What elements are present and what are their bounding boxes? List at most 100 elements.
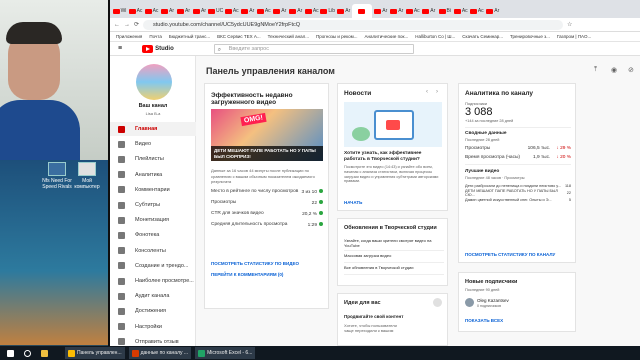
top-video-row[interactable]: Дамин цветной искусственный снег. Опыты … [465, 196, 571, 203]
bookmark[interactable]: Газпром | ПАО... [557, 34, 591, 39]
news-start-link[interactable]: НАЧАТЬ [344, 200, 362, 205]
subscriber-name[interactable]: Oleg Kazantsev [477, 298, 509, 303]
url-field[interactable]: studio.youtube.com/channel/UC5ydcUUE9gNM… [143, 19, 564, 30]
sidebar-item[interactable]: Субтитры [110, 198, 196, 212]
app-icon [131, 349, 139, 357]
sidebar-item[interactable]: Наиболее просмотре... [110, 274, 196, 288]
sidebar-item[interactable]: Достижения [110, 304, 196, 318]
channel-avatar[interactable] [136, 64, 172, 100]
browser-tab[interactable]: Ar [288, 4, 303, 18]
nav-icon [118, 277, 125, 285]
browser-tab[interactable]: Ac [128, 4, 143, 18]
sidebar-item[interactable]: Главная [110, 122, 196, 136]
browser-tab[interactable]: UC [208, 4, 223, 18]
news-card: Новости ‹ › Хотите узнать, как эффективн… [337, 83, 448, 211]
subscriber-avatar[interactable] [465, 298, 474, 307]
sidebar-item[interactable]: Комментарии [110, 183, 196, 197]
tab-bar: Wi Ac Ac Ar Ar Ar UC Ac Ar Ac Ar Ar Ac Lib Ar Ar Ar Ac Ar B… [110, 0, 640, 18]
browser-tab[interactable]: Ar [421, 4, 436, 18]
channel-name[interactable]: Ваш канал [110, 103, 196, 109]
next-icon[interactable]: › [436, 89, 438, 95]
browser-tab[interactable]: Wi [112, 4, 127, 18]
update-item[interactable]: Узнайте, когда ваши зрители смотрят виде… [344, 236, 444, 251]
settings-icon[interactable]: ⊘ [628, 66, 634, 74]
sidebar-item[interactable]: Плейлисты [110, 152, 196, 166]
summary-value: 106,5 тыс. [527, 146, 551, 151]
taskbar-app[interactable]: Панель управлен... [65, 347, 125, 359]
sidebar-item-label: Главная [135, 126, 158, 132]
browser-tab[interactable]: Ac [144, 4, 159, 18]
tab-favicon-icon [374, 8, 382, 14]
start-button[interactable] [4, 347, 17, 359]
back-icon[interactable]: ← [114, 22, 120, 28]
desktop-icon[interactable]: Nfs Need For Speed Rivals [40, 162, 74, 190]
sidebar-item[interactable]: Монетизация [110, 213, 196, 227]
browser-tab[interactable]: Ar [160, 4, 175, 18]
browser-tab[interactable]: Ar [389, 4, 404, 18]
top-video-row[interactable]: ДЕТИ МЕШАЮТ ПАПЕ РАБОТАТЬ НО У ПАПЫ БЫЛ … [465, 189, 571, 197]
taskbar-app[interactable]: Microsoft Excel - 6... [195, 347, 256, 359]
summary-value-wrap: 1,9 тыс. ↓ 20 % [533, 155, 571, 160]
reload-icon[interactable]: ⟳ [134, 21, 139, 28]
sidebar-item[interactable]: Фонотека [110, 228, 196, 242]
video-stats-link[interactable]: ПОСМОТРЕТЬ СТАТИСТИКУ ПО ВИДЕО [211, 261, 299, 266]
menu-icon[interactable]: ≡ [118, 45, 122, 52]
browser-tab[interactable]: Ac [256, 4, 271, 18]
forward-icon[interactable]: → [124, 22, 130, 28]
sidebar-item[interactable]: Аудит канала [110, 289, 196, 303]
star-icon[interactable]: ☆ [567, 21, 572, 28]
bookmark[interactable]: Бюджетный транс... [169, 34, 210, 39]
studio-header: ≡ Studio ⌕ Введите запрос [110, 42, 640, 56]
video-thumbnail[interactable]: OMG! ДЕТИ МЕШАЮТ ПАПЕ РАБОТАТЬ НО У ПАПЫ… [211, 109, 323, 161]
search-input[interactable]: ⌕ Введите запрос [213, 43, 414, 54]
search-button[interactable] [21, 347, 34, 359]
bookmark[interactable]: Скачать Семинар... [462, 34, 503, 39]
browser-tab[interactable]: Ar [192, 4, 207, 18]
sidebar-item[interactable]: Аналитика [110, 168, 196, 182]
prev-icon[interactable]: ‹ [426, 89, 428, 95]
browser-tab[interactable]: Ac [304, 4, 319, 18]
bookmark[interactable]: Halliburton Co | Ш... [415, 34, 455, 39]
sidebar-item[interactable]: Консоленты [110, 244, 196, 258]
browser-tab[interactable]: Ac [224, 4, 239, 18]
browser-tab[interactable]: Ar [485, 4, 500, 18]
bookmark[interactable]: Почта [149, 34, 162, 39]
browser-tab[interactable]: Ac [469, 4, 484, 18]
show-all-link[interactable]: ПОКАЗАТЬ ВСЕХ [465, 318, 503, 323]
bookmark[interactable]: Приложения [116, 34, 142, 39]
tab-label: Ar [382, 8, 388, 14]
browser-tab[interactable]: Ar [336, 4, 351, 18]
browser-tab[interactable] [352, 4, 373, 18]
browser-tab[interactable]: Ar [272, 4, 287, 18]
bookmark[interactable]: Тренировочные з... [510, 34, 550, 39]
desktop-icon[interactable]: Мой компьютер [70, 162, 104, 190]
sidebar-item[interactable]: Видео [110, 137, 196, 151]
taskbar-app[interactable]: данные по каналу ... [128, 347, 192, 359]
browser-tab[interactable]: Ar [240, 4, 255, 18]
bookmark[interactable]: Прогнозы и реком... [316, 34, 358, 39]
sidebar-item-label: Плейлисты [135, 156, 164, 163]
tab-favicon-icon [405, 8, 413, 14]
browser-tab[interactable]: Ac [405, 4, 420, 18]
bookmark[interactable]: ВКС Сервис ТЕХ А... [217, 34, 261, 39]
explorer-button[interactable] [38, 347, 51, 359]
upload-icon[interactable]: ⤒ [594, 66, 597, 74]
bookmark[interactable]: Технический анал... [268, 34, 309, 39]
sidebar-item[interactable]: Настройки [110, 320, 196, 334]
studio-logo[interactable]: Studio [142, 44, 174, 53]
sidebar-item-label: Настройки [135, 323, 162, 330]
summary-change: ↓ 20 % [556, 155, 571, 160]
live-icon[interactable]: ◉ [611, 66, 617, 74]
sidebar-item[interactable]: Создание и трендо... [110, 259, 196, 273]
bookmark[interactable]: Аналитические пок... [365, 34, 409, 39]
nav-icon [118, 216, 125, 224]
comments-link[interactable]: ПЕРЕЙТИ К КОММЕНТАРИЯМ (0) [211, 272, 283, 277]
browser-tab[interactable]: Lib [320, 4, 335, 18]
browser-tab[interactable]: Ac [453, 4, 468, 18]
update-item[interactable]: Все обновления в Творческой студии [344, 263, 444, 275]
browser-tab[interactable]: Bi [437, 4, 452, 18]
browser-tab[interactable]: Ar [373, 4, 388, 18]
update-item[interactable]: Массовая загрузка видео [344, 251, 444, 263]
browser-tab[interactable]: Ar [176, 4, 191, 18]
channel-stats-link[interactable]: ПОСМОТРЕТЬ СТАТИСТИКУ ПО КАНАЛУ [465, 252, 555, 257]
